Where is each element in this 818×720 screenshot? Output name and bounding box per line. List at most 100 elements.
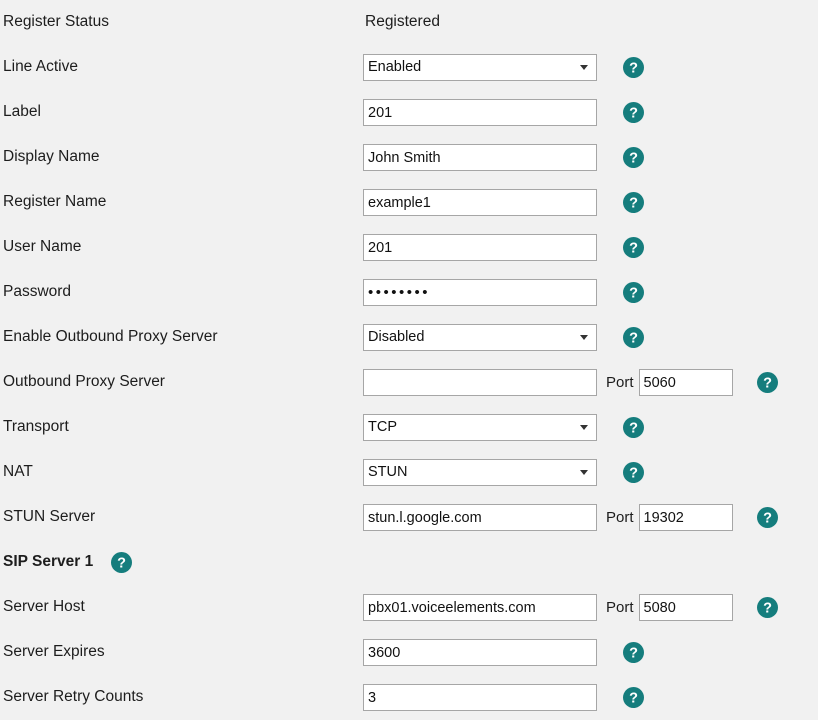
control-server-retry-counts: ? <box>363 684 644 711</box>
input-label[interactable] <box>363 99 597 126</box>
input-server-expires[interactable] <box>363 639 597 666</box>
form-row-password: Password? <box>0 270 818 315</box>
field-label-outbound-proxy-server: Outbound Proxy Server <box>3 373 165 391</box>
input-outbound-proxy-server[interactable] <box>363 369 597 396</box>
form-row-register-name: Register Name? <box>0 180 818 225</box>
help-question-icon[interactable]: ? <box>623 327 644 348</box>
port-label-stun-server: Port <box>606 509 634 526</box>
help-question-icon[interactable]: ? <box>623 462 644 483</box>
control-nat: STUN? <box>363 459 644 486</box>
svg-text:?: ? <box>763 511 772 527</box>
help-question-icon[interactable]: ? <box>623 642 644 663</box>
svg-text:?: ? <box>763 376 772 392</box>
field-label-label: Label <box>3 103 41 121</box>
svg-text:?: ? <box>629 106 638 122</box>
input-user-name[interactable] <box>363 234 597 261</box>
select-line-active[interactable]: Enabled <box>363 54 597 81</box>
control-register-name: ? <box>363 189 644 216</box>
select-transport[interactable]: TCP <box>363 414 597 441</box>
svg-text:?: ? <box>629 286 638 302</box>
chevron-down-icon <box>580 65 588 70</box>
control-server-expires: ? <box>363 639 644 666</box>
control-server-host: Port? <box>363 594 778 621</box>
field-label-password: Password <box>3 283 72 301</box>
help-question-icon[interactable]: ? <box>623 282 644 303</box>
form-row-enable-outbound-proxy-server: Enable Outbound Proxy Server Disabled? <box>0 315 818 360</box>
field-label-server-host: Server Host <box>3 598 85 616</box>
help-question-icon[interactable]: ? <box>623 417 644 438</box>
form-row-server-retry-counts: Server Retry Counts? <box>0 675 818 720</box>
form-row-label: Label? <box>0 90 818 135</box>
input-outbound-proxy-server-port[interactable] <box>638 369 733 396</box>
control-password: ? <box>363 279 644 306</box>
field-label-user-name: User Name <box>3 238 82 256</box>
form-row-sip-server-1: SIP Server 1? <box>0 540 818 585</box>
help-question-icon[interactable]: ? <box>623 102 644 123</box>
section-heading-label: SIP Server 1 <box>3 553 94 571</box>
svg-text:?: ? <box>629 646 638 662</box>
svg-text:?: ? <box>629 61 638 77</box>
field-label-nat: NAT <box>3 463 33 481</box>
svg-text:?: ? <box>629 421 638 437</box>
input-display-name[interactable] <box>363 144 597 171</box>
svg-text:?: ? <box>629 196 638 212</box>
help-question-icon[interactable]: ? <box>756 372 778 393</box>
select-value-transport: TCP <box>368 419 397 435</box>
chevron-down-icon <box>580 470 588 475</box>
port-label-outbound-proxy-server: Port <box>606 374 634 391</box>
input-stun-server-port[interactable] <box>638 504 733 531</box>
svg-text:?: ? <box>629 331 638 347</box>
form-row-register-status: Register Status Registered <box>0 0 818 45</box>
help-question-icon[interactable]: ? <box>623 687 644 708</box>
select-value-nat: STUN <box>368 464 408 480</box>
field-label-register-name: Register Name <box>3 193 107 211</box>
svg-text:?: ? <box>629 151 638 167</box>
svg-text:?: ? <box>629 241 638 257</box>
field-label-display-name: Display Name <box>3 148 100 166</box>
control-register-status: Registered <box>363 13 440 32</box>
control-outbound-proxy-server: Port? <box>363 369 778 396</box>
help-question-icon[interactable]: ? <box>623 192 644 213</box>
input-server-retry-counts[interactable] <box>363 684 597 711</box>
input-stun-server[interactable] <box>363 504 597 531</box>
control-stun-server: Port? <box>363 504 778 531</box>
form-row-display-name: Display Name? <box>0 135 818 180</box>
svg-text:?: ? <box>629 466 638 482</box>
help-question-icon[interactable]: ? <box>623 147 644 168</box>
field-label-server-retry-counts: Server Retry Counts <box>3 688 144 706</box>
form-row-nat: NAT STUN? <box>0 450 818 495</box>
select-value-line-active: Enabled <box>368 59 422 75</box>
control-transport: TCP? <box>363 414 644 441</box>
help-question-icon[interactable]: ? <box>623 57 644 78</box>
form-row-user-name: User Name? <box>0 225 818 270</box>
select-nat[interactable]: STUN <box>363 459 597 486</box>
form-row-server-expires: Server Expires? <box>0 630 818 675</box>
form-row-line-active: Line Active Enabled? <box>0 45 818 90</box>
chevron-down-icon <box>580 335 588 340</box>
help-question-icon[interactable]: ? <box>756 507 778 528</box>
control-user-name: ? <box>363 234 644 261</box>
input-server-host[interactable] <box>363 594 597 621</box>
svg-text:?: ? <box>763 601 772 617</box>
control-label: ? <box>363 99 644 126</box>
form-row-transport: Transport TCP? <box>0 405 818 450</box>
input-password[interactable] <box>363 279 597 306</box>
chevron-down-icon <box>580 425 588 430</box>
svg-text:?: ? <box>629 691 638 707</box>
control-line-active: Enabled? <box>363 54 644 81</box>
input-server-host-port[interactable] <box>638 594 733 621</box>
help-question-icon[interactable]: ? <box>623 237 644 258</box>
help-question-icon[interactable]: ? <box>111 552 133 573</box>
field-label-enable-outbound-proxy-server: Enable Outbound Proxy Server <box>3 328 218 346</box>
form-row-server-host: Server Host Port? <box>0 585 818 630</box>
help-question-icon[interactable]: ? <box>756 597 778 618</box>
port-label-server-host: Port <box>606 599 634 616</box>
control-display-name: ? <box>363 144 644 171</box>
status-value-register-status: Registered <box>365 13 440 31</box>
select-enable-outbound-proxy-server[interactable]: Disabled <box>363 324 597 351</box>
select-value-enable-outbound-proxy-server: Disabled <box>368 329 425 345</box>
field-label-line-active: Line Active <box>3 58 78 76</box>
input-register-name[interactable] <box>363 189 597 216</box>
field-label-transport: Transport <box>3 418 69 436</box>
field-label-register-status: Register Status <box>3 13 109 31</box>
